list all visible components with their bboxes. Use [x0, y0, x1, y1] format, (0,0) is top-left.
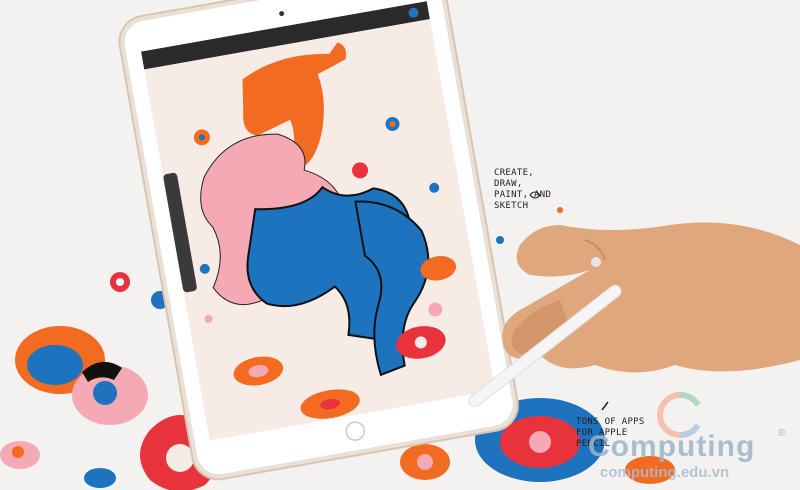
- annotation-line: PAINT, AND: [494, 190, 552, 200]
- create-draw-annotation: CREATE, DRAW, PAINT, AND SKETCH: [494, 168, 564, 212]
- ipad-device: [118, 0, 519, 481]
- hand-with-pencil: [468, 222, 800, 408]
- watermark: Computing ® computing.edu.vn: [560, 428, 800, 490]
- pencil-doodle-icon: [601, 401, 609, 411]
- annotation-line: SKETCH: [494, 201, 529, 211]
- watermark-registered: ®: [778, 428, 786, 439]
- annotation-line: TONS OF APPS: [576, 417, 645, 427]
- watermark-url: computing.edu.vn: [600, 464, 730, 481]
- watermark-brand: Computing: [588, 430, 756, 463]
- annotation-line: CREATE, DRAW,: [494, 168, 535, 189]
- scene-artwork: [0, 0, 800, 490]
